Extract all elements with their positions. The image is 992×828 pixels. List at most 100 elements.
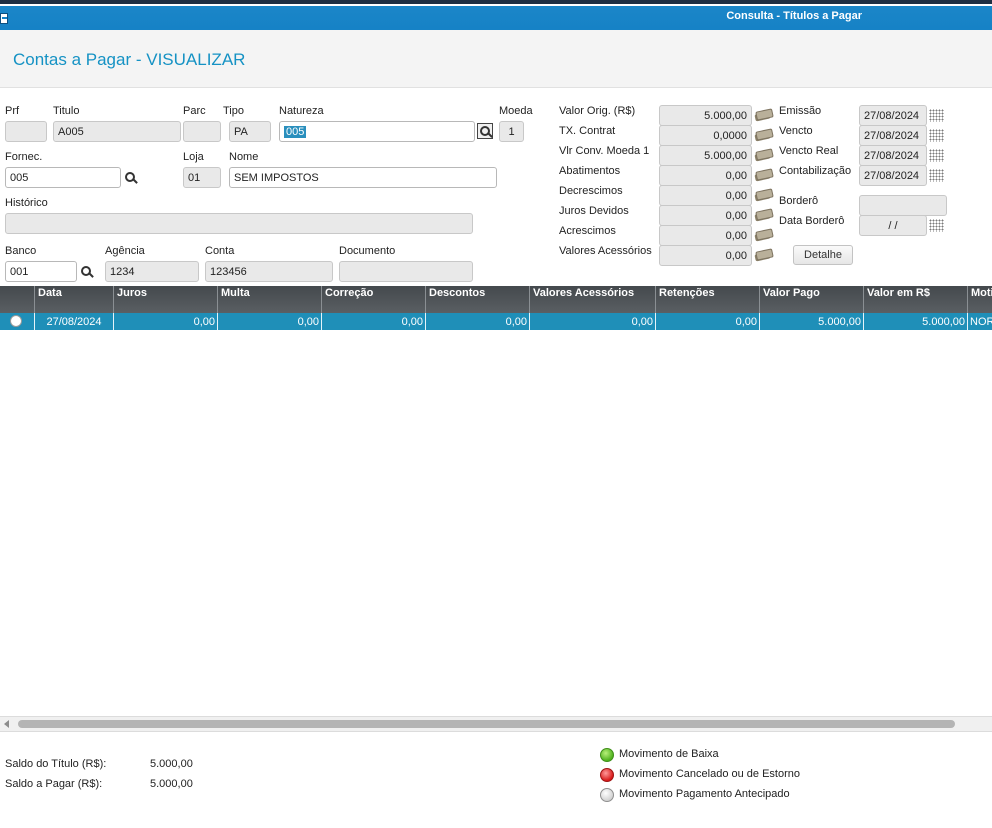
window-title: Consulta - Títulos a Pagar bbox=[726, 10, 862, 22]
decrescimos-field[interactable]: 0,00 bbox=[659, 185, 752, 206]
nome-label: Nome bbox=[229, 151, 259, 163]
cell-motivo[interactable]: NOR bbox=[968, 313, 992, 330]
calendar-icon[interactable] bbox=[929, 149, 944, 162]
grid-header-retencoes[interactable]: Retenções bbox=[656, 286, 760, 313]
titulo-field[interactable]: A005 bbox=[53, 121, 181, 142]
natureza-field[interactable]: 005 bbox=[279, 121, 475, 142]
parc-field[interactable] bbox=[183, 121, 221, 142]
green-status-icon bbox=[600, 748, 614, 762]
cell-valor-em-rs[interactable]: 5.000,00 bbox=[864, 313, 968, 330]
bordero-label: Borderô bbox=[779, 195, 819, 207]
prf-field[interactable] bbox=[5, 121, 47, 142]
money-icon[interactable] bbox=[754, 129, 772, 141]
saldo-pagar-value: 5.000,00 bbox=[150, 778, 193, 790]
table-row[interactable]: 27/08/2024 0,00 0,00 0,00 0,00 0,00 0,00… bbox=[0, 313, 992, 330]
banco-field[interactable]: 001 bbox=[5, 261, 77, 282]
tipo-label: Tipo bbox=[223, 105, 244, 117]
cell-descontos[interactable]: 0,00 bbox=[426, 313, 530, 330]
detalhe-button[interactable]: Detalhe bbox=[793, 245, 853, 265]
scrollbar-thumb[interactable] bbox=[18, 720, 955, 728]
moeda-field[interactable]: 1 bbox=[499, 121, 524, 142]
money-icon[interactable] bbox=[754, 149, 772, 161]
banco-search-icon[interactable] bbox=[79, 264, 95, 280]
fornec-field[interactable]: 005 bbox=[5, 167, 121, 188]
money-icon[interactable] bbox=[754, 169, 772, 181]
money-icon[interactable] bbox=[754, 229, 772, 241]
bordero-field[interactable] bbox=[859, 195, 947, 216]
emissao-field[interactable]: 27/08/2024 bbox=[859, 105, 927, 126]
cell-retencoes[interactable]: 0,00 bbox=[656, 313, 760, 330]
cell-correcao[interactable]: 0,00 bbox=[322, 313, 426, 330]
nome-field[interactable]: SEM IMPOSTOS bbox=[229, 167, 497, 188]
tipo-field[interactable]: PA bbox=[229, 121, 271, 142]
saldo-titulo-label: Saldo do Título (R$): bbox=[5, 758, 107, 770]
agencia-field[interactable]: 1234 bbox=[105, 261, 199, 282]
contabilizacao-field[interactable]: 27/08/2024 bbox=[859, 165, 927, 186]
data-bordero-label: Data Borderô bbox=[779, 215, 845, 227]
grid-header-valor-pago[interactable]: Valor Pago bbox=[760, 286, 864, 313]
valor-orig-label: Valor Orig. (R$) bbox=[559, 105, 636, 117]
money-icon[interactable] bbox=[754, 189, 772, 201]
vencto-real-field[interactable]: 27/08/2024 bbox=[859, 145, 927, 166]
banco-label: Banco bbox=[5, 245, 37, 257]
moeda-label: Moeda bbox=[499, 105, 533, 117]
horizontal-scrollbar[interactable] bbox=[0, 716, 992, 732]
cell-valor-pago[interactable]: 5.000,00 bbox=[760, 313, 864, 330]
calendar-icon[interactable] bbox=[929, 109, 944, 122]
data-bordero-field[interactable]: / / bbox=[859, 215, 927, 236]
movements-grid: Data Juros Multa Correção Descontos Valo… bbox=[0, 286, 992, 716]
calendar-icon[interactable] bbox=[929, 219, 944, 232]
natureza-search-icon[interactable] bbox=[477, 123, 493, 139]
grid-header-data[interactable]: Data bbox=[35, 286, 114, 313]
historico-field[interactable] bbox=[5, 213, 473, 234]
fornec-search-icon[interactable] bbox=[123, 170, 139, 186]
grey-status-icon bbox=[600, 788, 614, 802]
conta-field[interactable]: 123456 bbox=[205, 261, 333, 282]
row-select-cell[interactable] bbox=[0, 313, 35, 330]
row-radio[interactable] bbox=[10, 315, 22, 327]
grid-header-correcao[interactable]: Correção bbox=[322, 286, 426, 313]
vlr-conv-field[interactable]: 5.000,00 bbox=[659, 145, 752, 166]
cell-multa[interactable]: 0,00 bbox=[218, 313, 322, 330]
cell-data[interactable]: 27/08/2024 bbox=[35, 313, 114, 330]
decrescimos-label: Decrescimos bbox=[559, 185, 623, 197]
historico-label: Histórico bbox=[5, 197, 48, 209]
acrescimos-field[interactable]: 0,00 bbox=[659, 225, 752, 246]
tx-contrat-label: TX. Contrat bbox=[559, 125, 616, 137]
cell-valores-acessorios[interactable]: 0,00 bbox=[530, 313, 656, 330]
vencto-real-label: Vencto Real bbox=[779, 145, 839, 157]
juros-devidos-field[interactable]: 0,00 bbox=[659, 205, 752, 226]
saldo-pagar-label: Saldo a Pagar (R$): bbox=[5, 778, 103, 790]
grid-header-select[interactable] bbox=[0, 286, 35, 313]
valores-acessorios-field[interactable]: 0,00 bbox=[659, 245, 752, 266]
conta-label: Conta bbox=[205, 245, 235, 257]
grid-header-valor-em-rs[interactable]: Valor em R$ bbox=[864, 286, 968, 313]
grid-header-valores-acessorios[interactable]: Valores Acessórios bbox=[530, 286, 656, 313]
grid-header-multa[interactable]: Multa bbox=[218, 286, 322, 313]
loja-field[interactable]: 01 bbox=[183, 167, 221, 188]
money-icon[interactable] bbox=[754, 109, 772, 121]
grid-header-descontos[interactable]: Descontos bbox=[426, 286, 530, 313]
scroll-left-arrow-icon[interactable] bbox=[4, 720, 9, 728]
vencto-field[interactable]: 27/08/2024 bbox=[859, 125, 927, 146]
titulo-label: Titulo bbox=[53, 105, 80, 117]
loja-label: Loja bbox=[183, 151, 204, 163]
page-header: Contas a Pagar - VISUALIZAR bbox=[0, 30, 992, 88]
acrescimos-label: Acrescimos bbox=[559, 225, 616, 237]
legend-baixa-label: Movimento de Baixa bbox=[619, 748, 719, 760]
tx-contrat-field[interactable]: 0,0000 bbox=[659, 125, 752, 146]
emissao-label: Emissão bbox=[779, 105, 822, 117]
valor-orig-field[interactable]: 5.000,00 bbox=[659, 105, 752, 126]
app-icon[interactable] bbox=[0, 13, 8, 24]
cell-juros[interactable]: 0,00 bbox=[114, 313, 218, 330]
grid-header-motivo[interactable]: Moti bbox=[968, 286, 992, 313]
money-icon[interactable] bbox=[754, 209, 772, 221]
grid-header: Data Juros Multa Correção Descontos Valo… bbox=[0, 286, 992, 313]
calendar-icon[interactable] bbox=[929, 169, 944, 182]
documento-field[interactable] bbox=[339, 261, 473, 282]
abatimentos-field[interactable]: 0,00 bbox=[659, 165, 752, 186]
calendar-icon[interactable] bbox=[929, 129, 944, 142]
money-icon[interactable] bbox=[754, 249, 772, 261]
fornec-label: Fornec. bbox=[5, 151, 43, 163]
grid-header-juros[interactable]: Juros bbox=[114, 286, 218, 313]
